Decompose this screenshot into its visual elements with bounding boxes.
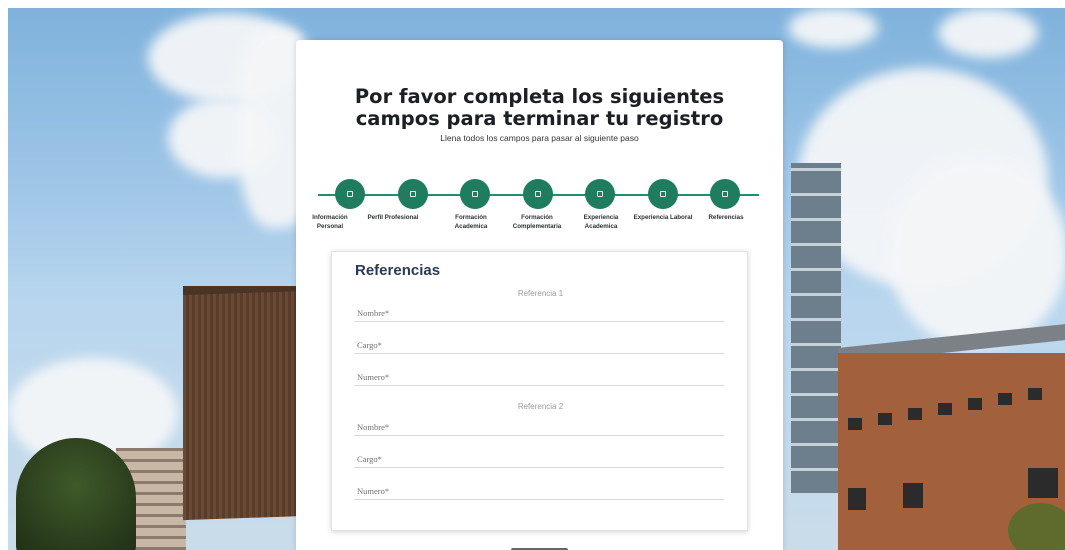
step-label: Experiencia Academica — [583, 214, 619, 230]
step-informacion-personal[interactable] — [335, 179, 365, 209]
step-experiencia-academica[interactable] — [585, 179, 615, 209]
form-title: Referencias — [355, 262, 441, 279]
step-square-icon — [722, 191, 728, 197]
step-experiencia-laboral[interactable] — [648, 179, 678, 209]
reference-2-name-input[interactable] — [354, 416, 724, 436]
progress-stepper — [318, 176, 759, 216]
reference-2-heading: Referencia 2 — [517, 402, 564, 411]
step-formacion-complementaria[interactable] — [523, 179, 553, 209]
references-form: Referencias Referencia 1 Referencia 2 — [331, 251, 748, 531]
reference-1-position-input[interactable] — [354, 334, 724, 354]
page-title: Por favor completa los siguientes campos… — [354, 85, 725, 130]
step-label: Formación Academica — [454, 214, 488, 230]
reference-1-number-input[interactable] — [354, 366, 724, 386]
step-square-icon — [347, 191, 353, 197]
reference-1-heading: Referencia 1 — [517, 289, 564, 298]
reference-1-name-input[interactable] — [354, 302, 724, 322]
step-label: Formación Complementaria — [512, 214, 562, 230]
reference-2-position-input[interactable] — [354, 448, 724, 468]
stepper-labels: Información Personal Perfil Profesional … — [312, 214, 758, 238]
step-formacion-academica[interactable] — [460, 179, 490, 209]
step-label: Información Personal — [312, 214, 348, 230]
page-subtitle: Llena todos los campos para pasar al sig… — [440, 133, 639, 143]
step-square-icon — [472, 191, 478, 197]
step-square-icon — [535, 191, 541, 197]
step-square-icon — [660, 191, 666, 197]
step-label: Perfil Profesional — [367, 214, 419, 221]
reference-2-number-input[interactable] — [354, 480, 724, 500]
registration-card: Por favor completa los siguientes campos… — [296, 40, 783, 550]
step-label: Experiencia Laboral — [633, 214, 693, 221]
step-square-icon — [597, 191, 603, 197]
step-referencias[interactable] — [710, 179, 740, 209]
step-perfil-profesional[interactable] — [398, 179, 428, 209]
step-label: Referencias — [708, 214, 744, 221]
step-square-icon — [410, 191, 416, 197]
